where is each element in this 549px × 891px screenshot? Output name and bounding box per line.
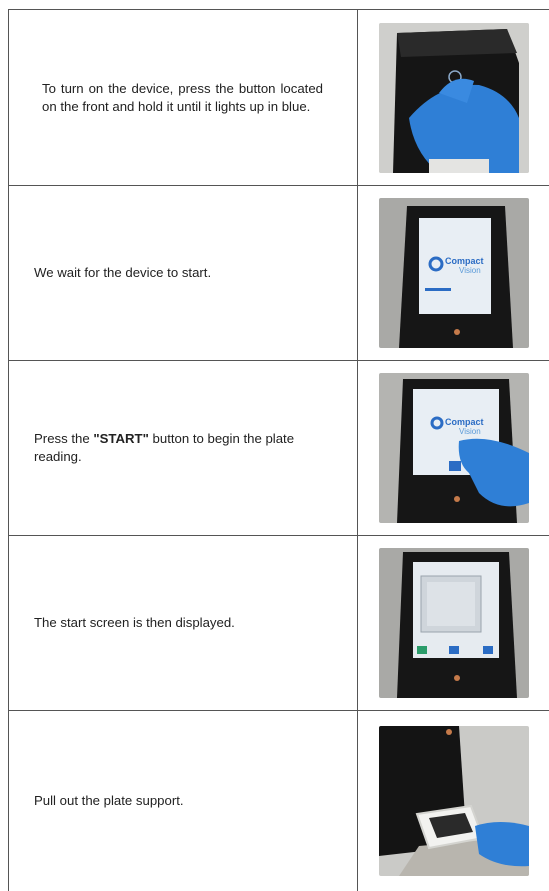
step-row-1: To turn on the device, press the button …: [8, 9, 549, 185]
svg-text:Compact: Compact: [445, 417, 484, 427]
step-3-image-cell: Compact Vision: [358, 361, 549, 535]
device-power-button-photo: [378, 22, 529, 173]
step-5-text: Pull out the plate support.: [8, 711, 358, 891]
step-row-3: Press the "START" button to begin the pl…: [8, 360, 549, 535]
start-screen-photo: [378, 548, 529, 698]
plate-support-photo: [378, 726, 529, 876]
step-3-text: Press the "START" button to begin the pl…: [8, 361, 358, 535]
step-row-5: Pull out the plate support.: [8, 710, 549, 891]
step-4-text: The start screen is then displayed.: [8, 536, 358, 710]
svg-text:Vision: Vision: [459, 427, 481, 436]
step-5-image-cell: [358, 711, 549, 891]
step-row-4: The start screen is then displayed.: [8, 535, 549, 710]
step-1-text: To turn on the device, press the button …: [8, 10, 358, 185]
screen-logo-line2: Vision: [459, 266, 481, 275]
step-3-text-bold: "START": [93, 431, 149, 447]
step-1-image-cell: [358, 10, 549, 185]
step-2-text: We wait for the device to start.: [8, 186, 358, 360]
start-button-photo: Compact Vision: [378, 373, 529, 523]
step-row-2: We wait for the device to start. Compact…: [8, 185, 549, 360]
screen-logo-line1: Compact: [445, 256, 484, 266]
steps-table: To turn on the device, press the button …: [8, 9, 549, 891]
step-4-image-cell: [358, 536, 549, 710]
step-2-image-cell: Compact Vision: [358, 186, 549, 360]
device-starting-photo: Compact Vision: [378, 198, 529, 348]
step-3-text-before: Press the: [34, 431, 94, 447]
